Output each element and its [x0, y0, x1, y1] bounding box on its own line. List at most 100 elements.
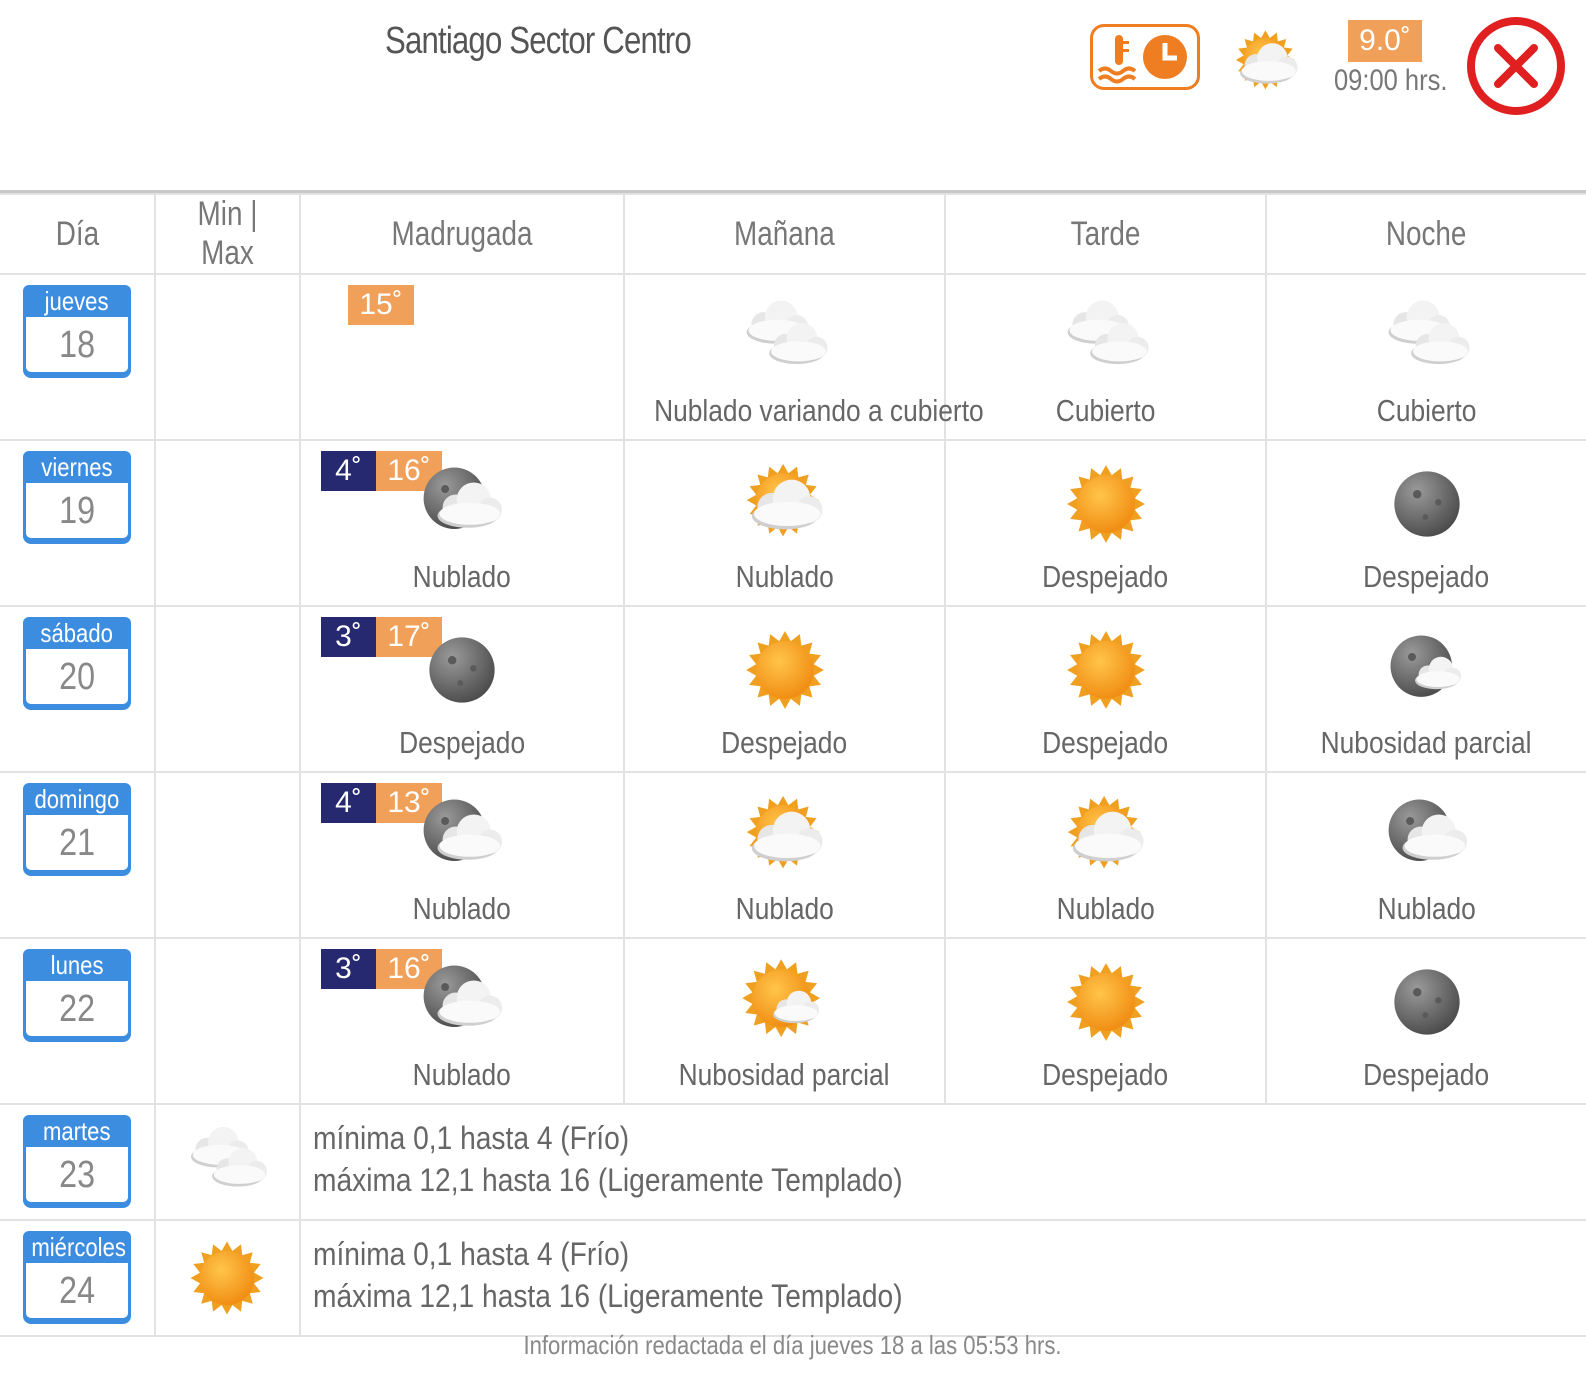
- minmax-cell: 4˚ 13˚: [154, 771, 442, 939]
- period-cell: Nublado: [299, 439, 625, 607]
- date-number: 20: [59, 656, 95, 698]
- current-time: 09:00 hrs.: [1334, 64, 1448, 97]
- page-title: Santiago Sector Centro: [385, 20, 692, 62]
- col-header-day: Día: [0, 193, 156, 275]
- sun-icon: [745, 631, 824, 709]
- col-header-manana: Mañana: [623, 193, 946, 275]
- min-range-text: mínima 0,1 hasta 4 (Frío): [313, 1236, 630, 1272]
- condition-label: Despejado: [721, 725, 848, 760]
- cloudy-night-icon: [423, 799, 503, 861]
- period-cell: Despejado: [944, 937, 1267, 1105]
- condition-label: Despejado: [1042, 559, 1169, 594]
- condition-label: Nublado: [1377, 891, 1476, 926]
- date-number: 24: [59, 1270, 95, 1312]
- period-cell: [299, 273, 625, 441]
- moon-icon: [1393, 969, 1460, 1035]
- temperature-clock-button[interactable]: [1090, 24, 1200, 90]
- table-row-extended: martes 23 mínima 0,1 hasta 4 (Frío) máxi…: [0, 1103, 1586, 1221]
- day-cell: lunes 22: [0, 937, 156, 1105]
- period-cell: Nubosidad parcial: [1265, 605, 1586, 773]
- moon-icon: [1393, 471, 1460, 537]
- condition-label: Cubierto: [1055, 393, 1156, 428]
- cloudy-day-icon: [1067, 795, 1144, 869]
- period-cell: Nublado: [623, 439, 946, 607]
- forecast-table: Día Min | Max Madrugada Mañana Tarde Noc…: [0, 193, 1586, 1337]
- col-header-madrugada: Madrugada: [299, 193, 625, 275]
- calendar-badge: viernes 19: [23, 451, 131, 541]
- table-row: domingo 21 4˚ 13˚ Nublado Nublado Nublad…: [0, 771, 1586, 939]
- period-cell: Despejado: [299, 605, 625, 773]
- period-cell: Nublado: [1265, 771, 1586, 939]
- sun-icon: [1066, 465, 1145, 543]
- table-header-row: Día Min | Max Madrugada Mañana Tarde Noc…: [0, 193, 1586, 275]
- condition-label: Despejado: [1363, 559, 1490, 594]
- weekday-label: sábado: [40, 618, 114, 648]
- sun-icon: [190, 1241, 264, 1315]
- col-header-minmax: Min | Max: [154, 193, 301, 275]
- cloudy-day-icon: [746, 463, 823, 537]
- condition-label: Despejado: [1042, 1057, 1169, 1092]
- date-number: 19: [59, 490, 95, 532]
- current-temperature: 9.0˚: [1348, 20, 1422, 62]
- condition-label: Nublado: [735, 891, 834, 926]
- calendar-badge: sábado 20: [23, 617, 131, 707]
- day-cell: viernes 19: [0, 439, 156, 607]
- period-cell: Despejado: [944, 439, 1267, 607]
- partly-cloudy-day-icon: [1235, 30, 1298, 90]
- period-cell: Despejado: [944, 605, 1267, 773]
- period-cell: Despejado: [1265, 937, 1586, 1105]
- temperature-clock-icon: [1097, 35, 1187, 84]
- weekday-label: viernes: [41, 452, 113, 482]
- period-cell: Nublado: [944, 771, 1267, 939]
- condition-label: Despejado: [1363, 1057, 1490, 1092]
- partly-cloudy-day-icon: [741, 959, 820, 1038]
- col-header-noche: Noche: [1265, 193, 1586, 275]
- condition-label: Nublado: [412, 891, 512, 926]
- weekday-label: domingo: [34, 784, 120, 814]
- day-cell: domingo 21: [0, 771, 156, 939]
- minmax-cell: [154, 1219, 301, 1337]
- period-cell: Nublado: [299, 771, 625, 939]
- minmax-cell: 4˚ 16˚: [154, 439, 442, 607]
- calendar-badge: miércoles 24: [23, 1231, 131, 1321]
- table-row: viernes 19 4˚ 16˚ Nublado Nublado Despej…: [0, 439, 1586, 607]
- moon-icon: [429, 637, 495, 703]
- footer-note: Información redactada el día jueves 18 a…: [523, 1330, 1063, 1360]
- close-button[interactable]: [1467, 17, 1565, 115]
- period-cell: Nublado: [299, 937, 625, 1105]
- minmax-cell: 3˚ 17˚: [154, 605, 442, 773]
- table-row: lunes 22 3˚ 16˚ Nublado Nubosidad parcia…: [0, 937, 1586, 1105]
- date-number: 18: [59, 324, 95, 366]
- date-number: 23: [59, 1154, 95, 1196]
- max-range-text: máxima 12,1 hasta 16 (Ligeramente Templa…: [313, 1162, 903, 1198]
- period-cell: Nublado variando a cubierto: [623, 273, 984, 441]
- day-cell: sábado 20: [0, 605, 156, 773]
- overcast-cloud-icon: [1388, 300, 1470, 365]
- condition-label: Nublado: [735, 559, 834, 594]
- period-cell: Cubierto: [944, 273, 1267, 441]
- close-icon: [1494, 44, 1538, 88]
- sun-icon: [1066, 631, 1145, 709]
- date-number: 21: [59, 822, 95, 864]
- period-cell: Despejado: [623, 605, 946, 773]
- table-row: sábado 20 3˚ 17˚ Despejado Despejado Des…: [0, 605, 1586, 773]
- day-cell: martes 23: [0, 1103, 156, 1221]
- cloudy-night-icon: [1388, 799, 1467, 861]
- condition-label: Despejado: [399, 725, 525, 760]
- minmax-cell: [154, 1103, 301, 1221]
- weekday-label: miércoles: [31, 1232, 126, 1262]
- condition-label: Nublado: [1056, 891, 1155, 926]
- condition-label: Nublado variando a cubierto: [654, 393, 984, 428]
- cloudy-night-icon: [423, 965, 503, 1027]
- condition-label: Nublado: [412, 1057, 512, 1092]
- calendar-badge: martes 23: [23, 1115, 131, 1205]
- condition-label: Despejado: [1042, 725, 1169, 760]
- period-cell: Nublado: [623, 771, 946, 939]
- col-header-tarde: Tarde: [944, 193, 1267, 275]
- min-range-text: mínima 0,1 hasta 4 (Frío): [313, 1120, 630, 1156]
- overcast-cloud-icon: [191, 1126, 267, 1187]
- weekday-label: jueves: [45, 286, 109, 316]
- partly-cloudy-night-icon: [1390, 635, 1461, 697]
- weekday-label: lunes: [50, 950, 104, 980]
- condition-label: Nublado: [412, 559, 512, 594]
